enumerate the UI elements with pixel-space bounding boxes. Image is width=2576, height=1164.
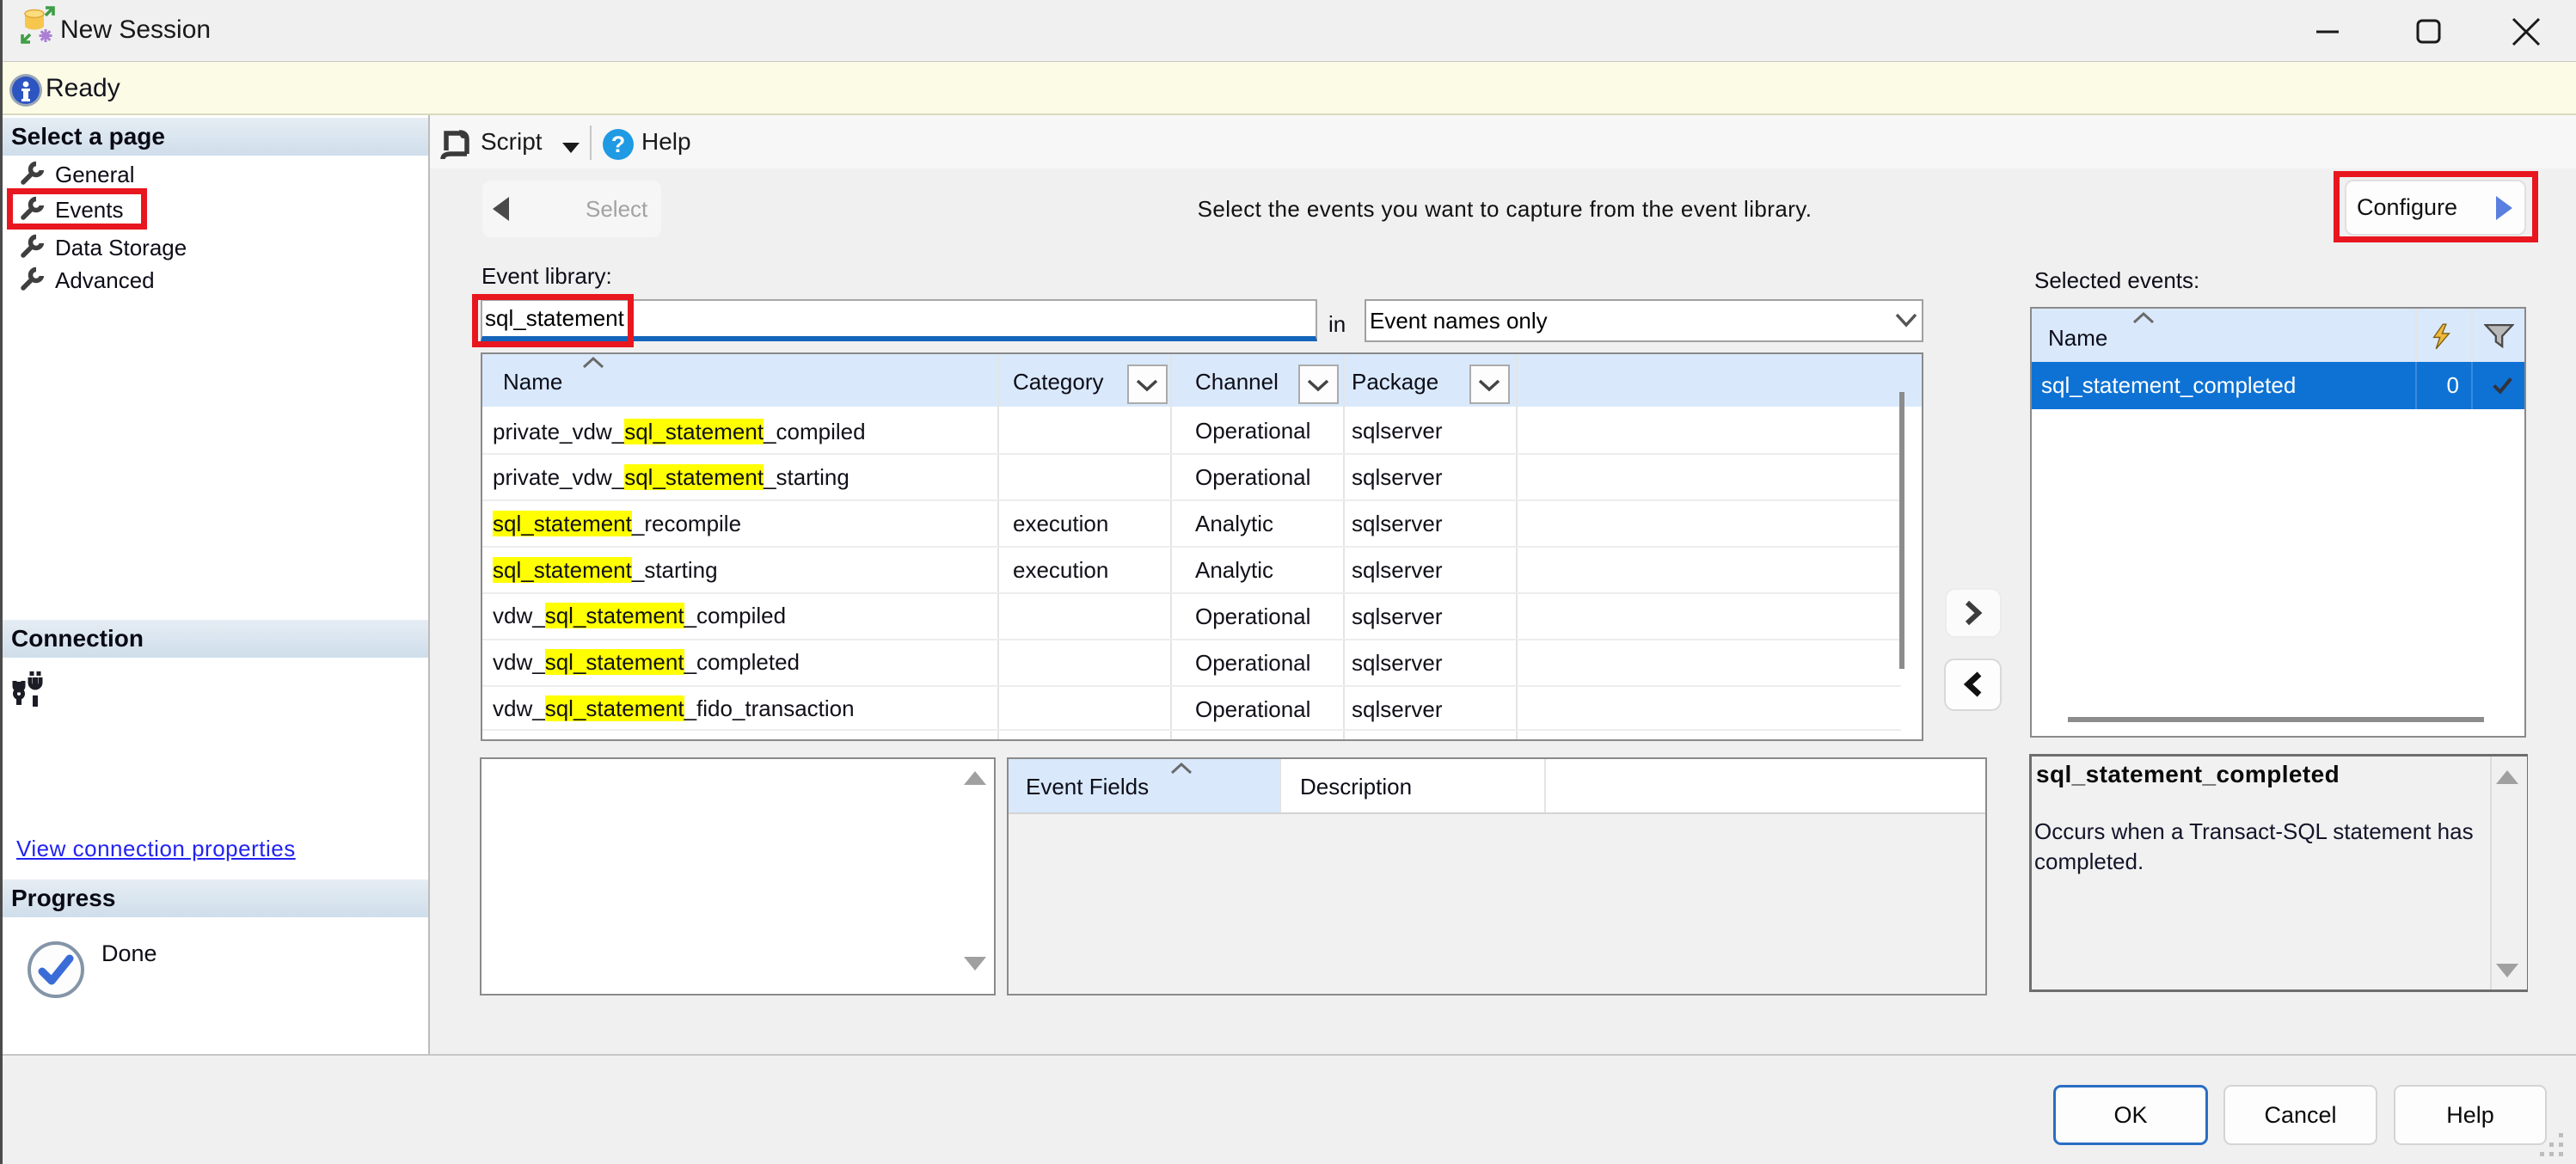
svg-text:?: ? — [611, 132, 626, 157]
